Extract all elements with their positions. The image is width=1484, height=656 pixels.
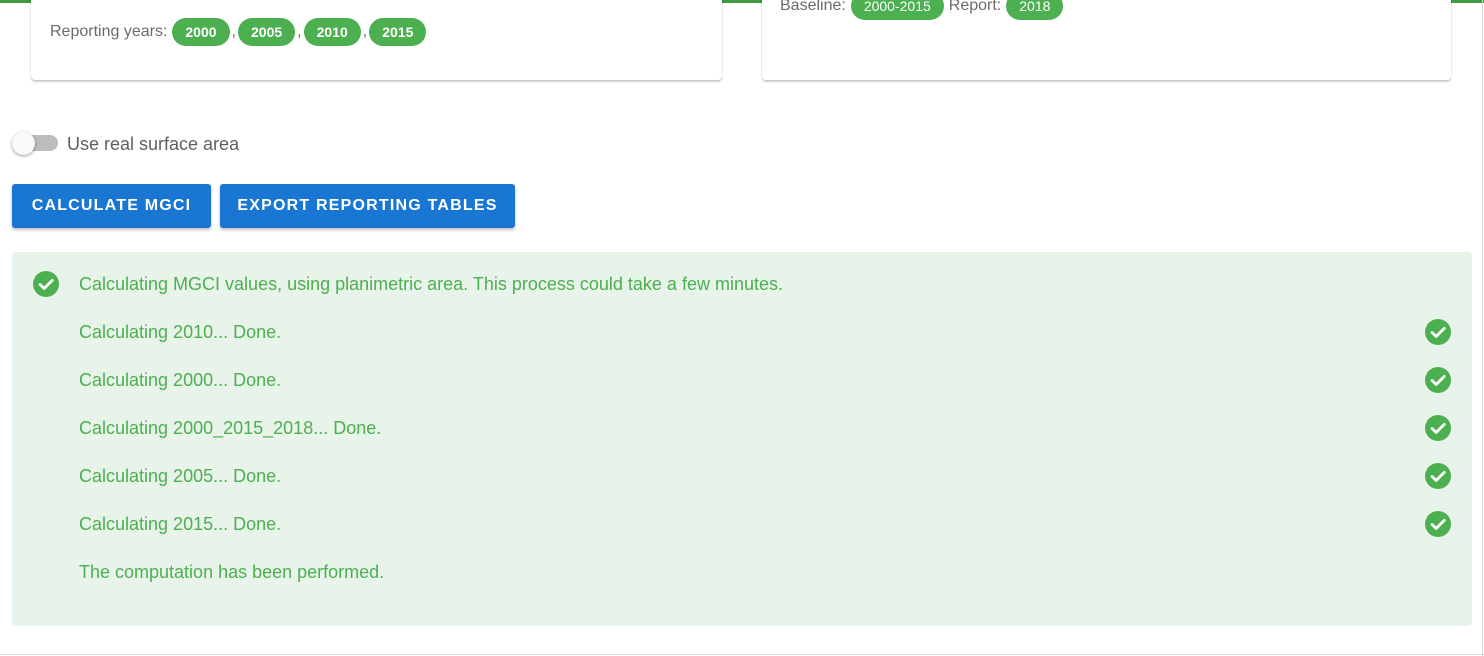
comma-separator: ,: [297, 23, 302, 40]
window-right-border: [1482, 0, 1483, 656]
check-circle-icon: [1425, 367, 1451, 393]
baseline-label: Baseline:: [780, 0, 846, 14]
baseline-report-card: Baseline: 2000-2015 Report: 2018: [762, 0, 1451, 80]
status-step: Calculating 2000... Done.: [79, 370, 282, 390]
comma-separator: ,: [231, 23, 236, 40]
check-circle-icon: [1425, 511, 1451, 537]
reporting-years-row: Reporting years: 2000, 2005, 2010, 2015: [50, 18, 427, 46]
year-chip[interactable]: 2005: [238, 18, 296, 46]
export-reporting-tables-button[interactable]: EXPORT REPORTING TABLES: [220, 184, 515, 228]
comma-separator: ,: [362, 23, 368, 40]
status-step: Calculating 2000_2015_2018... Done.: [79, 418, 382, 438]
status-header: Calculating MGCI values, using planimetr…: [79, 274, 783, 294]
status-step: Calculating 2005... Done.: [79, 466, 282, 486]
year-chip[interactable]: 2000: [172, 18, 230, 46]
toggle-thumb[interactable]: [12, 132, 35, 155]
check-circle-icon: [1425, 415, 1451, 441]
calculate-mgci-button[interactable]: CALCULATE MGCI: [12, 184, 211, 228]
year-chip[interactable]: 2015: [369, 18, 427, 46]
baseline-chip[interactable]: 2000-2015: [850, 0, 944, 20]
report-label: Report:: [948, 0, 1002, 14]
check-circle-icon: [1425, 463, 1451, 489]
reporting-years-label: Reporting years:: [50, 23, 168, 40]
status-step: Calculating 2010... Done.: [79, 322, 282, 342]
reporting-years-card: Reporting years: 2000, 2005, 2010, 2015: [31, 0, 722, 80]
baseline-report-row: Baseline: 2000-2015 Report: 2018: [780, 0, 1064, 20]
check-circle-icon: [33, 271, 59, 297]
year-chip[interactable]: 2010: [303, 18, 361, 46]
calculation-status-panel: Calculating MGCI values, using planimetr…: [12, 252, 1472, 626]
status-step: Calculating 2015... Done.: [79, 514, 282, 534]
bottom-divider: [0, 654, 1484, 655]
check-circle-icon: [1425, 319, 1451, 345]
real-surface-area-label: Use real surface area: [67, 134, 240, 154]
report-chip[interactable]: 2018: [1006, 0, 1064, 20]
real-surface-area-toggle[interactable]: [12, 132, 58, 155]
status-footer: The computation has been performed.: [79, 562, 385, 582]
